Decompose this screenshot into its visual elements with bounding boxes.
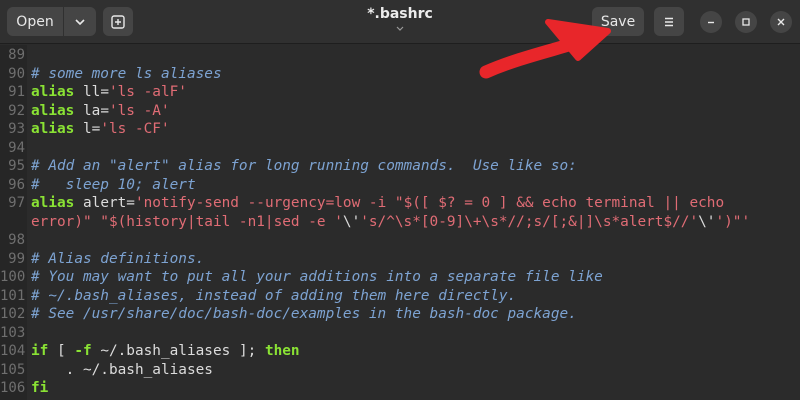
chevron-down-icon bbox=[75, 18, 85, 25]
line-number: 99 bbox=[8, 250, 25, 267]
code-token: . ~/.bash_aliases bbox=[31, 361, 213, 378]
string-token: 'notify-send --urgency=low -i "$([ $? = … bbox=[134, 195, 725, 211]
code-text: # See /usr/share/doc/bash-doc/examples i… bbox=[31, 305, 577, 324]
code-text: alias la='ls -A' bbox=[31, 102, 170, 121]
code-text: # ~/.bash_aliases, instead of adding the… bbox=[31, 287, 516, 306]
close-button[interactable] bbox=[770, 11, 792, 33]
main-menu-button[interactable] bbox=[654, 7, 684, 36]
string-token: 'ls -CF' bbox=[100, 121, 170, 137]
code-token: la= bbox=[74, 102, 109, 119]
code-token: alert= bbox=[74, 195, 135, 211]
comment-token: # ~/.bash_aliases, instead of adding the… bbox=[31, 287, 517, 304]
keyword-token: alias bbox=[31, 102, 75, 119]
save-label: Save bbox=[600, 13, 636, 30]
line-number: 94 bbox=[8, 139, 25, 156]
code-text: alias l='ls -CF' bbox=[31, 120, 170, 139]
new-tab-icon bbox=[111, 14, 125, 29]
keyword-token: then bbox=[264, 343, 300, 359]
code-token: \' bbox=[342, 213, 361, 230]
line-number: 93 bbox=[8, 121, 25, 137]
comment-token: # See /usr/share/doc/bash-doc/examples i… bbox=[31, 306, 577, 322]
line-number: 95 bbox=[8, 158, 25, 174]
code-text: # Alias definitions. bbox=[31, 250, 204, 269]
keyword-token: alias bbox=[31, 195, 75, 211]
minimize-icon bbox=[708, 21, 714, 24]
string-token: 'ls -alF' bbox=[108, 84, 187, 100]
comment-token: # Alias definitions. bbox=[31, 250, 205, 267]
string-token: 's/^\s*[0-9]\+\s*//;s/[;&|]\s*alert$//' bbox=[360, 213, 699, 230]
code-text: alias ll='ls -alF' bbox=[31, 83, 187, 102]
line-number: 101 bbox=[0, 287, 26, 304]
keyword-token: alias bbox=[31, 84, 75, 100]
hamburger-icon bbox=[665, 17, 673, 26]
comment-token: # sleep 10; alert bbox=[31, 176, 196, 193]
open-menu-button[interactable] bbox=[64, 7, 96, 36]
code-token: ll= bbox=[74, 84, 109, 100]
minimize-button[interactable] bbox=[700, 11, 722, 33]
line-number: 90 bbox=[8, 65, 25, 82]
line-number: 104 bbox=[0, 343, 26, 359]
comment-token: # You may want to put all your additions… bbox=[31, 269, 603, 285]
keyword-token: -f bbox=[74, 343, 92, 359]
line-number: 106 bbox=[0, 380, 26, 396]
keyword-token: alias bbox=[31, 121, 75, 137]
line-number: 89 bbox=[8, 47, 25, 63]
window-title: *.bashrc bbox=[367, 6, 433, 22]
comment-token: # Add an "alert" alias for long running … bbox=[31, 158, 577, 174]
close-icon bbox=[777, 18, 785, 26]
code-token: ~/.bash_aliases ]; bbox=[91, 343, 265, 359]
code-text: fi bbox=[31, 379, 48, 398]
comment-token: # some more ls aliases bbox=[31, 65, 222, 82]
save-button[interactable]: Save bbox=[592, 7, 644, 36]
string-token: error)" "$(history|tail -n1|sed -e ' bbox=[31, 213, 343, 230]
open-button[interactable]: Open bbox=[7, 7, 63, 36]
code-text: if [ -f ~/.bash_aliases ]; then bbox=[31, 342, 300, 361]
line-number: 97 bbox=[8, 195, 25, 211]
line-number: 103 bbox=[0, 324, 26, 341]
text-editor[interactable]: 89 90 # some more ls aliases 91 alias ll='ls… bbox=[0, 45, 800, 400]
maximize-button[interactable] bbox=[735, 11, 757, 33]
code-text: alias alert='notify-send --urgency=low -… bbox=[31, 194, 724, 213]
code-token: \' bbox=[698, 213, 716, 230]
code-text: . ~/.bash_aliases bbox=[31, 361, 213, 380]
line-number: 102 bbox=[0, 306, 26, 322]
code-token: [ bbox=[48, 343, 75, 359]
code-text: # some more ls aliases bbox=[31, 65, 222, 84]
code-text: # Add an "alert" alias for long running … bbox=[31, 157, 577, 176]
string-token: 'ls -A' bbox=[108, 102, 170, 119]
line-number: 105 bbox=[0, 361, 26, 378]
code-text: error)" "$(history|tail -n1|sed -e '\''s… bbox=[31, 213, 750, 232]
new-tab-button[interactable] bbox=[103, 7, 133, 36]
string-token: ')"' bbox=[715, 213, 751, 230]
code-token: l= bbox=[74, 121, 101, 137]
line-number: 98 bbox=[8, 232, 25, 248]
code-text: # sleep 10; alert bbox=[31, 176, 196, 195]
keyword-token: fi bbox=[31, 380, 49, 396]
title-chevron-icon[interactable] bbox=[392, 24, 408, 34]
line-number: 100 bbox=[0, 269, 26, 285]
line-number: 91 bbox=[8, 84, 25, 100]
open-label: Open bbox=[16, 13, 54, 30]
maximize-icon bbox=[742, 18, 750, 26]
keyword-token: if bbox=[31, 343, 49, 359]
line-number: 96 bbox=[8, 176, 25, 193]
line-number: 92 bbox=[8, 102, 25, 119]
header-bar: Open *.bashrc Save bbox=[0, 0, 800, 44]
code-text: # You may want to put all your additions… bbox=[31, 268, 603, 287]
